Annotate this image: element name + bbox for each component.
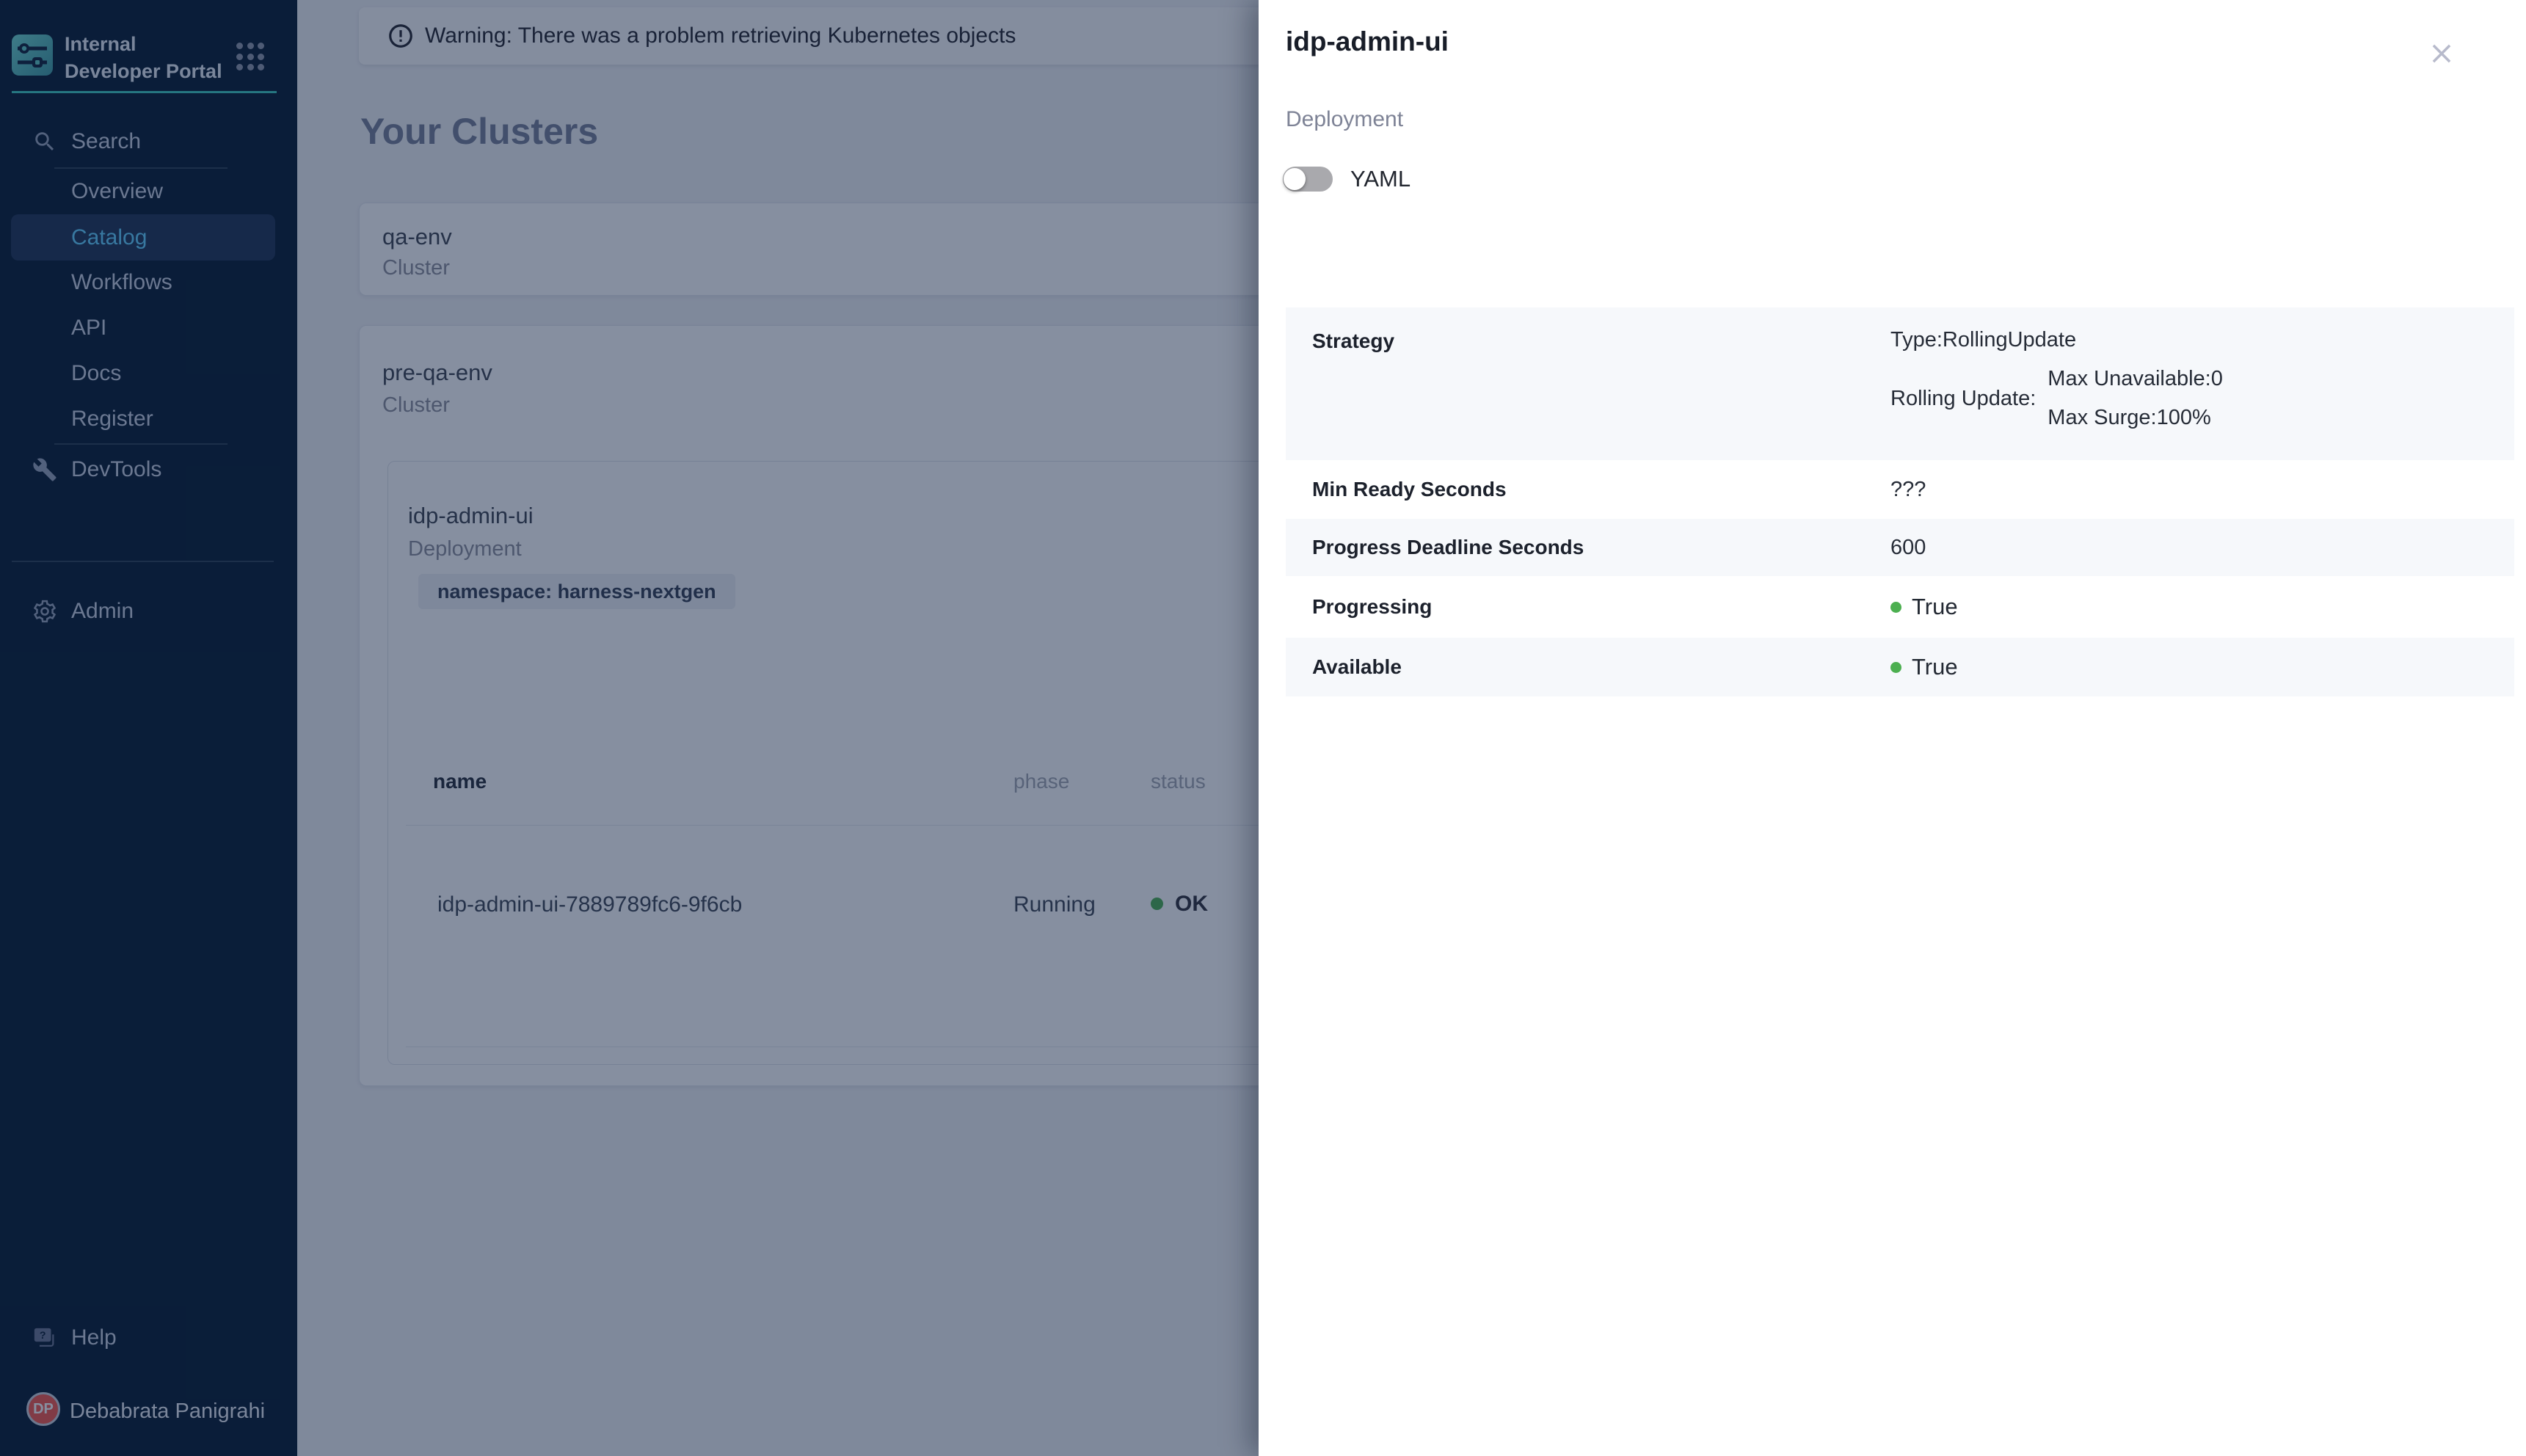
detail-label: Progressing	[1312, 595, 1432, 619]
close-icon[interactable]	[2428, 40, 2456, 68]
detail-row-strategy: Strategy Type:RollingUpdate Rolling Upda…	[1286, 307, 2514, 460]
detail-label: Strategy	[1312, 330, 1394, 353]
detail-row-min-ready-seconds: Min Ready Seconds ???	[1286, 460, 2514, 519]
deployment-details-table: Strategy Type:RollingUpdate Rolling Upda…	[1286, 307, 2514, 696]
drawer-section-label: Deployment	[1286, 107, 1403, 132]
yaml-toggle-label: YAML	[1350, 166, 1411, 192]
details-drawer: idp-admin-ui Deployment YAML Strategy Ty…	[1259, 0, 2526, 1456]
detail-label: Progress Deadline Seconds	[1312, 536, 1584, 559]
yaml-toggle[interactable]: YAML	[1283, 166, 1411, 192]
detail-value-text: True	[1912, 594, 1958, 620]
detail-row-progress-deadline-seconds: Progress Deadline Seconds 600	[1286, 519, 2514, 576]
detail-label: Available	[1312, 655, 1402, 679]
detail-value: ???	[1890, 478, 1926, 502]
rolling-update-label: Rolling Update:	[1890, 387, 2036, 411]
status-true-dot	[1890, 662, 1901, 673]
detail-value: True	[1890, 654, 1958, 680]
detail-value: Type:RollingUpdate Rolling Update: Max U…	[1890, 328, 2223, 430]
strategy-type: Type:RollingUpdate	[1890, 328, 2223, 352]
max-unavailable: Max Unavailable:0	[2048, 367, 2223, 391]
drawer-title: idp-admin-ui	[1286, 26, 1449, 57]
max-surge: Max Surge:100%	[2048, 406, 2223, 430]
toggle-knob	[1284, 168, 1306, 190]
detail-row-available: Available True	[1286, 638, 2514, 696]
detail-value: True	[1890, 594, 1958, 620]
detail-value-text: True	[1912, 654, 1958, 680]
detail-row-progressing: Progressing True	[1286, 576, 2514, 638]
toggle-track[interactable]	[1283, 167, 1333, 192]
status-true-dot	[1890, 602, 1901, 613]
detail-label: Min Ready Seconds	[1312, 478, 1507, 501]
detail-value: 600	[1890, 536, 1926, 560]
